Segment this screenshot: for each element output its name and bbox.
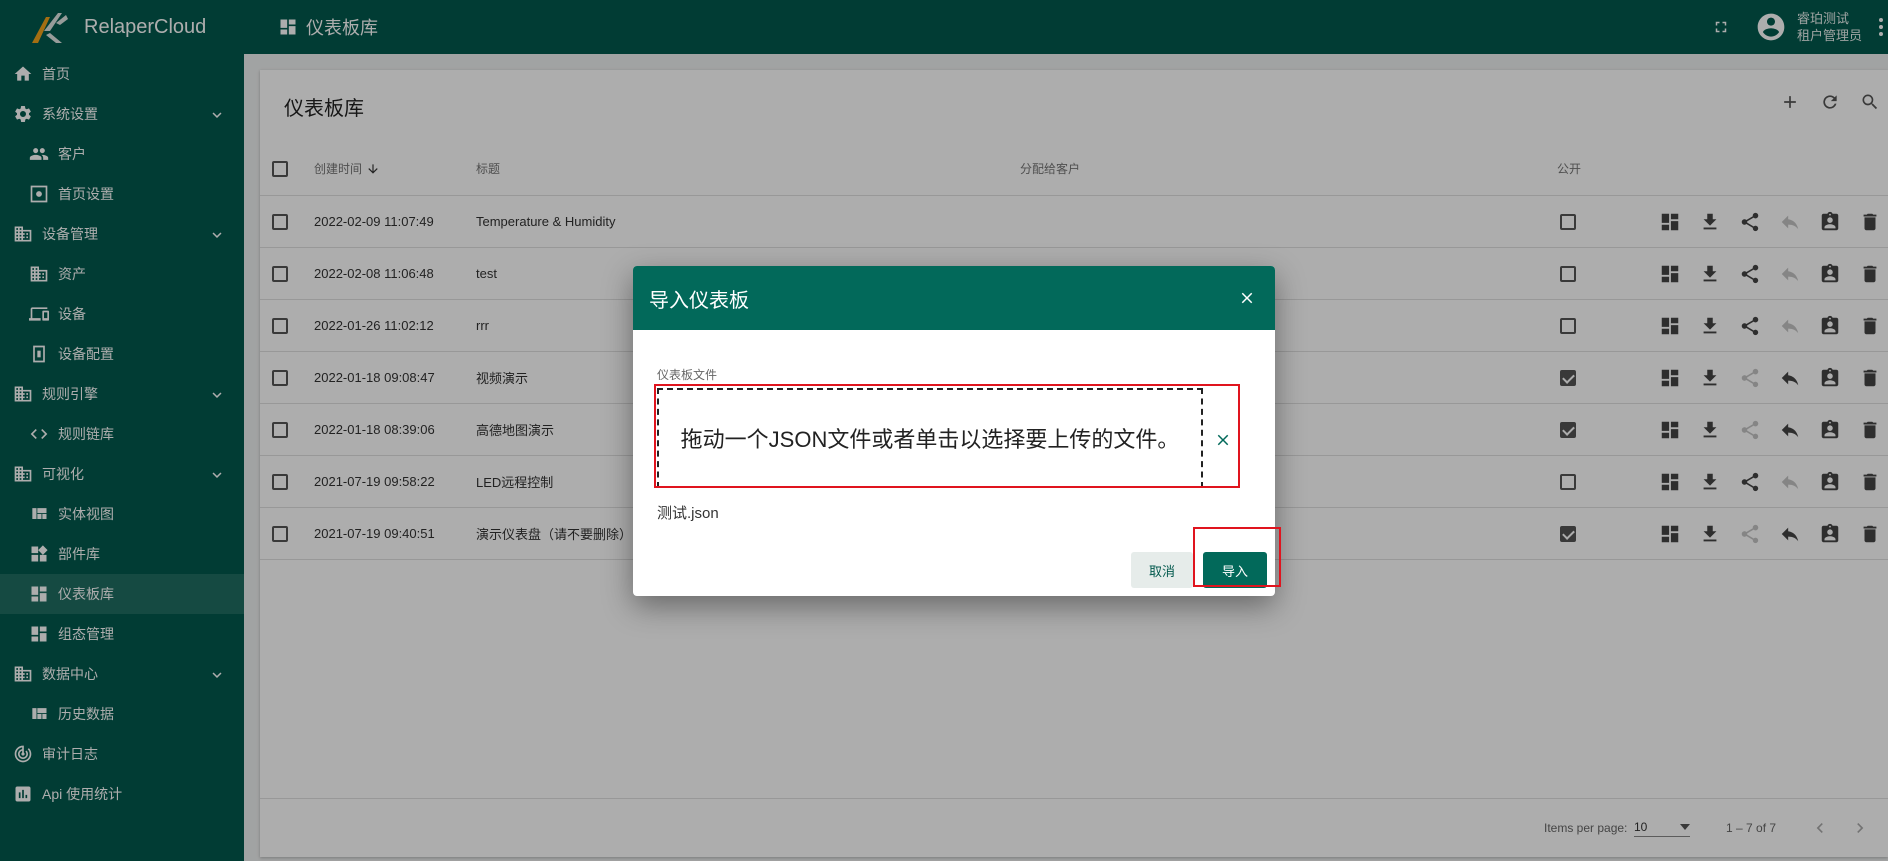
selected-filename: 测试.json — [657, 505, 719, 522]
file-dropzone[interactable]: 拖动一个JSON文件或者单击以选择要上传的文件。 — [657, 388, 1203, 488]
dropzone-text: 拖动一个JSON文件或者单击以选择要上传的文件。 — [680, 427, 1180, 452]
dialog-title: 导入仪表板 — [649, 289, 749, 312]
file-field-label: 仪表板文件 — [657, 368, 718, 382]
import-button[interactable]: 导入 — [1203, 552, 1267, 588]
cancel-button[interactable]: 取消 — [1131, 552, 1193, 588]
close-icon[interactable] — [1235, 286, 1259, 310]
clear-file-icon[interactable] — [1211, 428, 1235, 452]
dialog-header: 导入仪表板 — [633, 266, 1275, 330]
import-dashboard-dialog: 导入仪表板 仪表板文件 拖动一个JSON文件或者单击以选择要上传的文件。 测试.… — [633, 266, 1275, 596]
